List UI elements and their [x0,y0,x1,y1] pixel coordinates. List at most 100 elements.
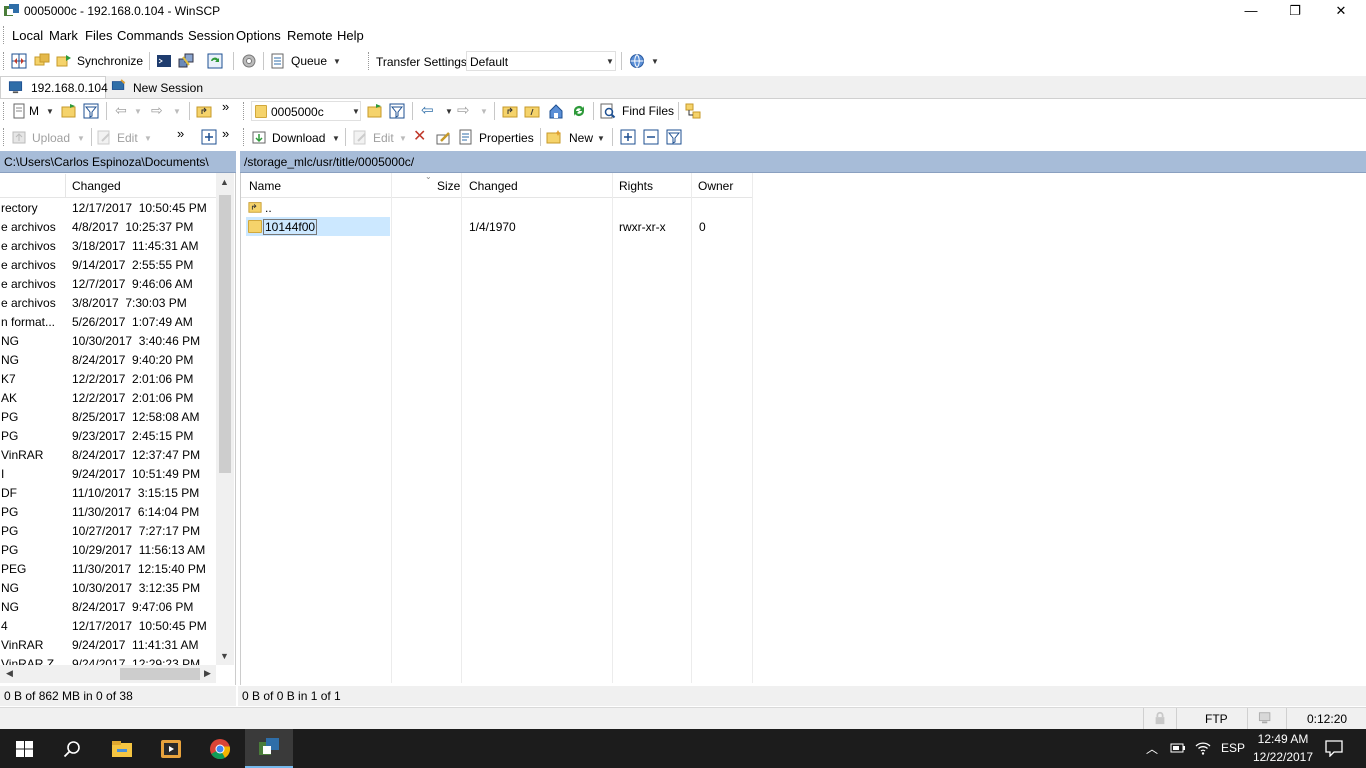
forward-arrow-icon[interactable]: ⇨ [457,101,470,119]
compare-directories-icon[interactable] [11,53,27,69]
synchronize-label[interactable]: Synchronize [77,54,143,68]
local-file-row[interactable]: e archivos 4/8/2017 10:25:37 PM [0,217,216,236]
transfer-settings-select[interactable]: Default ▼ [466,51,616,71]
local-file-row[interactable]: PG 10/29/2017 11:56:13 AM [0,540,216,559]
menu-mark[interactable]: Mark [49,28,78,43]
rename-icon[interactable] [436,129,452,145]
root-directory-icon[interactable] [524,103,540,119]
edit-icon[interactable] [352,129,368,145]
find-files-icon[interactable] [600,103,616,119]
local-file-row[interactable]: PEG 11/30/2017 12:15:40 PM [0,559,216,578]
edit-dropdown-icon[interactable]: ▼ [399,134,407,143]
parent-directory-icon[interactable] [502,103,518,119]
local-path-bar[interactable]: C:\Users\Carlos Espinoza\Documents\ [0,151,236,173]
queue-label[interactable]: Queue [291,54,327,68]
edit-dropdown-icon[interactable]: ▼ [144,134,152,143]
globe-icon[interactable] [629,53,645,69]
console-icon[interactable] [156,53,172,69]
back-arrow-icon[interactable]: ⇦ [421,101,434,119]
local-file-row[interactable]: DF 11/10/2017 3:15:15 PM [0,483,216,502]
home-icon[interactable] [548,103,564,119]
local-file-row[interactable]: NG 8/24/2017 9:40:20 PM [0,350,216,369]
local-file-row[interactable]: VinRAR 9/24/2017 11:41:31 AM [0,635,216,654]
local-file-row[interactable]: PG 9/23/2017 2:45:15 PM [0,426,216,445]
new-folder-icon[interactable] [546,129,562,145]
local-horizontal-scrollbar[interactable]: ◀ ▶ [0,665,216,683]
forward-arrow-icon[interactable]: ⇨ [151,102,163,119]
local-file-row[interactable]: VinRAR 8/24/2017 12:37:47 PM [0,445,216,464]
remote-col-rights[interactable]: Rights [619,179,653,193]
find-files-label[interactable]: Find Files [622,104,674,118]
remote-col-size[interactable]: Size [437,179,460,193]
delete-icon[interactable]: ✕ [413,126,426,146]
notifications-icon[interactable] [1325,740,1343,757]
local-file-row[interactable]: PG 8/25/2017 12:58:08 AM [0,407,216,426]
clock-time[interactable]: 12:49 AM [1255,732,1311,746]
menu-session[interactable]: Session [188,28,234,43]
globe-dropdown-arrow-icon[interactable]: ▼ [651,57,659,66]
menu-commands[interactable]: Commands [117,28,183,43]
scroll-thumb[interactable] [219,195,231,473]
scroll-up-icon[interactable]: ▲ [220,177,229,187]
back-dropdown-icon[interactable]: ▼ [445,107,453,116]
file-explorer-icon[interactable] [111,740,133,758]
tab-session[interactable]: 192.168.0.104 [0,76,108,98]
chrome-icon[interactable] [209,738,231,760]
taskbar-winscp-active[interactable] [245,729,293,768]
windows-start-icon[interactable] [16,741,33,757]
back-dropdown-icon[interactable]: ▼ [134,107,142,116]
local-file-row[interactable]: PG 10/27/2017 7:27:17 PM [0,521,216,540]
new-label[interactable]: New [569,131,593,145]
select-plus-icon[interactable] [620,129,636,145]
edit-label[interactable]: Edit [117,131,138,145]
scroll-right-icon[interactable]: ▶ [204,668,211,679]
restore-button[interactable]: ❐ [1272,0,1318,23]
refresh-icon[interactable] [571,103,587,119]
scroll-thumb-horizontal[interactable] [120,668,200,680]
local-file-row[interactable]: rectory 12/17/2017 10:50:45 PM [0,198,216,217]
upload-label[interactable]: Upload [32,131,70,145]
wifi-icon[interactable] [1195,740,1211,756]
download-label[interactable]: Download [272,131,325,145]
filter-icon[interactable] [389,103,405,119]
menu-files[interactable]: Files [85,28,112,43]
local-file-row[interactable]: NG 10/30/2017 3:40:46 PM [0,331,216,350]
local-col-changed[interactable]: Changed [72,179,121,193]
unselect-minus-icon[interactable] [643,129,659,145]
local-file-row[interactable]: e archivos 3/18/2017 11:45:31 AM [0,236,216,255]
preferences-gear-icon[interactable] [241,53,257,69]
parent-directory-icon[interactable] [196,103,212,119]
local-file-row[interactable]: e archivos 12/7/2017 9:46:06 AM [0,274,216,293]
filter-select-icon[interactable] [666,129,682,145]
local-file-panel[interactable]: Changed rectory 12/17/2017 10:50:45 PM e a… [0,173,236,685]
select-plus-icon[interactable] [201,129,217,145]
drive-dropdown-arrow-icon[interactable]: ▼ [46,107,54,116]
tree-toggle-icon[interactable] [685,103,701,119]
local-file-row[interactable]: n format... 5/26/2017 1:07:49 AM [0,312,216,331]
remote-file-row[interactable]: 10144f00 1/4/1970 rwxr-xr-x 0 [241,217,753,236]
language-indicator[interactable]: ESP [1221,741,1245,755]
synchronize-browsing-icon[interactable] [34,53,50,69]
more-chevron-icon[interactable]: » [177,126,184,141]
open-folder-icon[interactable] [367,103,383,119]
download-icon[interactable] [251,129,267,145]
menu-remote[interactable]: Remote [287,28,333,43]
local-drive-label[interactable]: M [29,104,39,118]
remote-edit-label[interactable]: Edit [373,131,394,145]
local-vertical-scrollbar[interactable]: ▲ ▼ [216,173,234,665]
upload-dropdown-icon[interactable]: ▼ [77,134,85,143]
media-player-icon[interactable] [160,739,182,759]
putty-icon[interactable] [178,53,194,69]
close-button[interactable]: ✕ [1318,0,1364,23]
local-file-row[interactable]: PG 11/30/2017 6:14:04 PM [0,502,216,521]
tray-chevron-up-icon[interactable]: ︿ [1146,740,1158,757]
filter-icon[interactable] [83,103,99,119]
properties-label[interactable]: Properties [479,131,534,145]
search-icon[interactable] [63,740,81,758]
tab-new-session[interactable]: New Session [106,76,206,98]
battery-icon[interactable] [1170,742,1186,754]
synchronize-icon[interactable] [56,53,72,69]
remote-file-panel[interactable]: Name ⌄ Size Changed Rights Owner .. 1014… [240,172,1366,685]
clock-date[interactable]: 12/22/2017 [1251,750,1315,764]
remote-folder-select[interactable]: 0005000c ▼ [251,101,361,121]
